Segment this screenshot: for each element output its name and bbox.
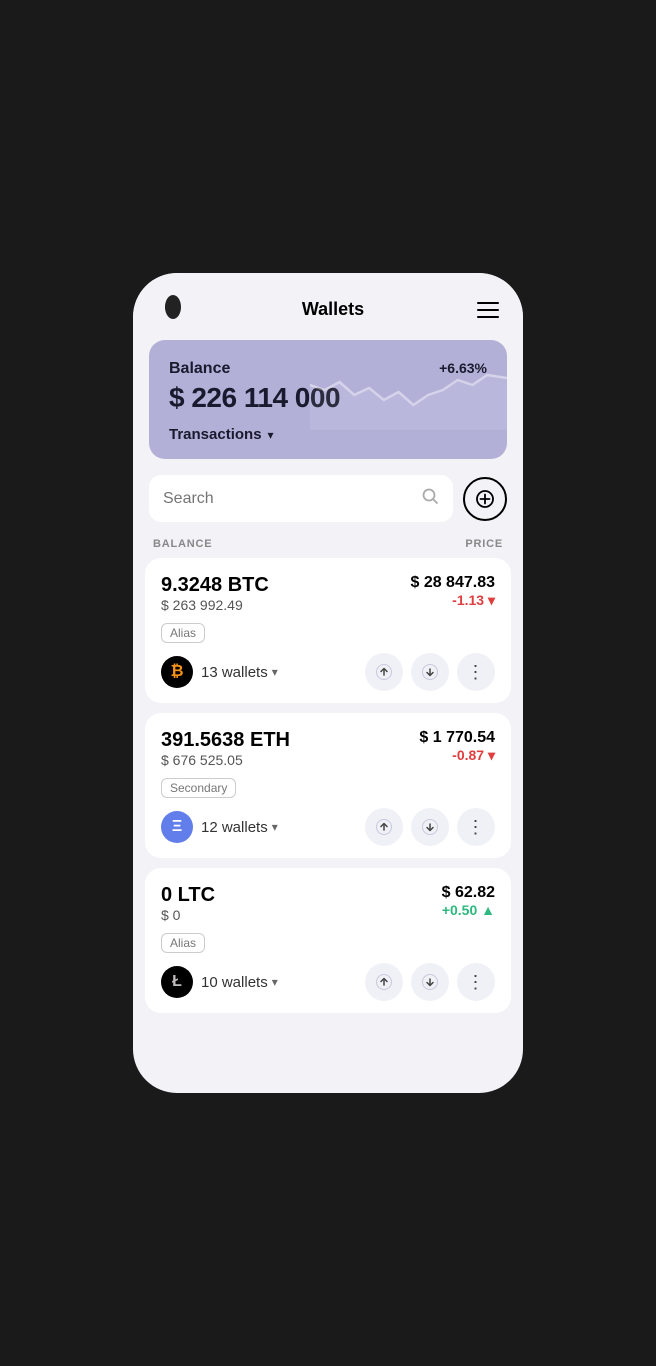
add-wallet-button[interactable]	[463, 477, 507, 521]
eth-receive-button[interactable]	[411, 808, 449, 846]
btc-change: -1.13 ▾	[452, 592, 495, 608]
ltc-receive-button[interactable]	[411, 963, 449, 1001]
eth-change: -0.87 ▾	[452, 747, 495, 763]
search-row	[133, 475, 523, 534]
coin-card-ltc: 0 LTC $ 0 $ 62.82 +0.50 ▲ Alias Ł	[145, 868, 511, 1013]
transactions-label: Transactions	[169, 426, 262, 443]
ltc-more-button[interactable]: ⋮	[457, 963, 495, 1001]
logo-icon	[157, 291, 189, 328]
btc-price: $ 28 847.83	[410, 574, 495, 592]
eth-wallets[interactable]: 12 wallets ▾	[201, 819, 278, 836]
eth-price: $ 1 770.54	[419, 729, 495, 747]
app-header: Wallets	[133, 273, 523, 340]
btc-send-button[interactable]	[365, 653, 403, 691]
search-input[interactable]	[163, 490, 413, 508]
ltc-alias: Alias	[161, 933, 205, 953]
page-title: Wallets	[302, 299, 364, 320]
ltc-wallets[interactable]: 10 wallets ▾	[201, 974, 278, 991]
ltc-logo: Ł	[161, 966, 193, 998]
eth-amount: 391.5638 ETH	[161, 729, 290, 752]
coin-list: 9.3248 BTC $ 263 992.49 $ 28 847.83 -1.1…	[133, 558, 523, 1037]
balance-col-header: BALANCE	[153, 538, 212, 550]
btc-amount: 9.3248 BTC	[161, 574, 269, 597]
balance-chart	[310, 340, 507, 430]
ltc-amount: 0 LTC	[161, 884, 215, 907]
balance-card: Balance +6.63% $ 226 114 000 Transaction…	[149, 340, 507, 459]
transactions-chevron: ▾	[268, 428, 274, 442]
ltc-change: +0.50 ▲	[442, 902, 495, 918]
list-header: BALANCE PRICE	[133, 534, 523, 558]
ltc-price: $ 62.82	[442, 884, 495, 902]
ltc-usd: $ 0	[161, 907, 215, 923]
ltc-send-button[interactable]	[365, 963, 403, 1001]
btc-more-button[interactable]: ⋮	[457, 653, 495, 691]
btc-actions: ⋮	[365, 653, 495, 691]
eth-more-button[interactable]: ⋮	[457, 808, 495, 846]
search-icon	[421, 487, 439, 510]
ltc-actions: ⋮	[365, 963, 495, 1001]
eth-alias: Secondary	[161, 778, 236, 798]
btc-receive-button[interactable]	[411, 653, 449, 691]
eth-send-button[interactable]	[365, 808, 403, 846]
price-col-header: PRICE	[465, 538, 503, 550]
eth-logo: Ξ	[161, 811, 193, 843]
coin-card-btc: 9.3248 BTC $ 263 992.49 $ 28 847.83 -1.1…	[145, 558, 511, 703]
search-box[interactable]	[149, 475, 453, 522]
balance-label: Balance	[169, 360, 230, 378]
btc-logo: ₿	[161, 656, 193, 688]
btc-alias: Alias	[161, 623, 205, 643]
coin-card-eth: 391.5638 ETH $ 676 525.05 $ 1 770.54 -0.…	[145, 713, 511, 858]
btc-usd: $ 263 992.49	[161, 597, 269, 613]
eth-actions: ⋮	[365, 808, 495, 846]
menu-button[interactable]	[477, 302, 499, 318]
btc-wallets[interactable]: 13 wallets ▾	[201, 664, 278, 681]
eth-usd: $ 676 525.05	[161, 752, 290, 768]
